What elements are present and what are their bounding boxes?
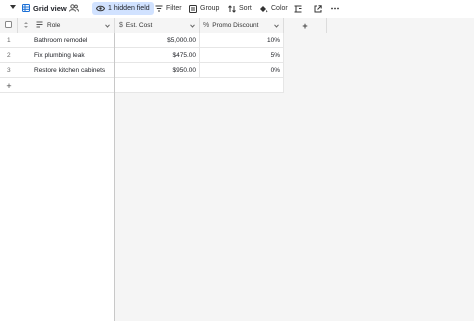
cell-role[interactable]: Fix plumbing leak xyxy=(18,48,115,63)
view-switcher[interactable]: Grid view xyxy=(22,2,67,15)
checkbox-icon xyxy=(5,21,12,30)
more-options-button[interactable] xyxy=(327,2,343,15)
add-row-fill[interactable] xyxy=(115,78,284,93)
eye-icon xyxy=(96,5,105,12)
filter-label: Filter xyxy=(166,5,182,12)
add-row-cell[interactable] xyxy=(18,78,115,93)
cell-promo-discount[interactable]: 5% xyxy=(200,48,284,63)
share-icon xyxy=(314,4,322,13)
hidden-fields-label: 1 hidden field xyxy=(108,5,150,12)
row-height-icon xyxy=(294,5,302,13)
hidden-fields-button[interactable]: 1 hidden field xyxy=(92,2,154,15)
cell-role[interactable]: Bathroom remodel xyxy=(18,33,115,48)
chevron-down-icon[interactable] xyxy=(105,23,110,30)
column-header-role[interactable]: Role xyxy=(18,18,115,33)
row-number: 1 xyxy=(7,37,11,44)
filter-button[interactable]: Filter xyxy=(151,2,186,15)
collaborators-icon[interactable] xyxy=(69,4,79,14)
cell-promo-discount[interactable]: 0% xyxy=(200,63,284,78)
color-label: Color xyxy=(271,5,288,12)
table-row[interactable]: 2 Fix plumbing leak $475.00 5% xyxy=(0,48,284,63)
add-column-button[interactable]: + xyxy=(284,18,327,33)
cell-est-cost[interactable]: $5,000.00 xyxy=(115,33,200,48)
add-row-button[interactable]: + xyxy=(0,78,284,93)
column-header-label: Est. Cost xyxy=(125,22,153,29)
text-field-icon xyxy=(36,21,43,30)
percent-icon: % xyxy=(203,22,210,29)
row-number: 3 xyxy=(7,67,11,74)
column-header-label: Role xyxy=(47,22,61,29)
cell-est-cost[interactable]: $950.00 xyxy=(115,63,200,78)
chevron-down-icon[interactable] xyxy=(190,23,195,30)
cell-role[interactable]: Restore kitchen cabinets xyxy=(18,63,115,78)
grid-view-icon xyxy=(22,3,30,14)
column-header-est-cost[interactable]: $ Est. Cost xyxy=(115,18,200,33)
group-icon xyxy=(189,4,197,13)
plus-icon: + xyxy=(6,80,12,91)
cell-est-cost[interactable]: $475.00 xyxy=(115,48,200,63)
cell-promo-discount[interactable]: 10% xyxy=(200,33,284,48)
view-name: Grid view xyxy=(33,4,67,13)
row-height-button[interactable] xyxy=(290,2,306,15)
chevron-down-icon[interactable] xyxy=(274,23,279,30)
select-all-checkbox[interactable] xyxy=(0,18,18,33)
more-icon xyxy=(331,7,339,10)
color-button[interactable]: Color xyxy=(255,2,292,15)
group-label: Group xyxy=(200,5,220,12)
sort-button[interactable]: Sort xyxy=(224,2,256,15)
column-header-label: Promo Discount xyxy=(212,22,259,29)
chevron-down-icon[interactable] xyxy=(10,5,16,12)
table-row[interactable]: 3 Restore kitchen cabinets $950.00 0% xyxy=(0,63,284,78)
share-view-button[interactable] xyxy=(310,2,326,15)
sort-icon xyxy=(228,4,236,13)
color-bucket-icon xyxy=(259,5,268,13)
column-header-row: Role $ Est. Cost % Promo Discount + xyxy=(0,18,327,33)
add-row-plus[interactable]: + xyxy=(0,78,18,93)
row-number: 2 xyxy=(7,52,11,59)
plus-icon: + xyxy=(302,20,308,31)
group-button[interactable]: Group xyxy=(185,2,223,15)
currency-icon: $ xyxy=(119,22,123,29)
table-row[interactable]: 1 Bathroom remodel $5,000.00 10% xyxy=(0,33,284,48)
view-toolbar: Grid view 1 hidden field Filter Group So… xyxy=(0,0,474,18)
filter-icon xyxy=(155,5,163,12)
column-header-promo-discount[interactable]: % Promo Discount xyxy=(200,18,284,33)
sort-arrows-icon xyxy=(24,21,28,30)
sort-label: Sort xyxy=(239,5,252,12)
